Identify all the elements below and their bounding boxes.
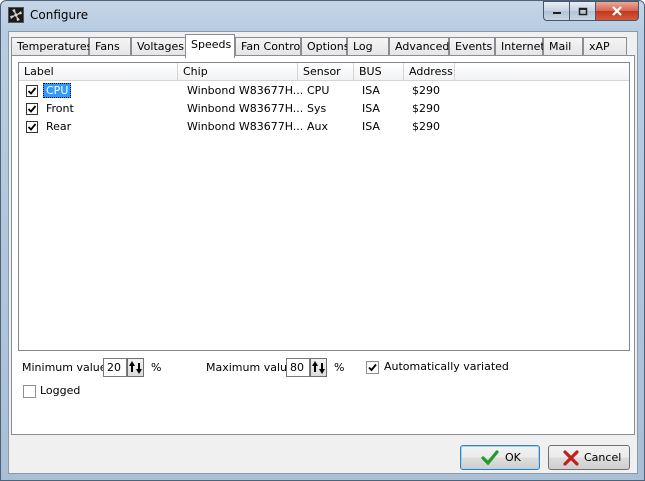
window-title: Configure (30, 8, 89, 22)
row-chip: Winbond W83677H... (187, 84, 304, 97)
tab-speeds[interactable]: Speeds (185, 34, 235, 58)
configure-window: Configure Temperatures Fans Voltages Spe… (0, 0, 645, 481)
fan-icon (8, 7, 24, 23)
row-checkbox[interactable] (26, 103, 38, 115)
column-sensor[interactable]: Sensor (298, 63, 354, 81)
column-bus[interactable]: BUS (354, 63, 404, 81)
tab-xap[interactable]: xAP (583, 37, 627, 57)
spinner-arrows-icon (312, 361, 325, 374)
tab-temperatures[interactable]: Temperatures (11, 37, 92, 57)
row-address: $290 (412, 84, 440, 97)
column-label[interactable]: Label (19, 63, 178, 81)
row-bus: ISA (362, 120, 380, 133)
list-row[interactable]: Front Winbond W83677H... Sys ISA $290 (19, 100, 629, 118)
ok-label: OK (505, 451, 521, 464)
maximum-value-spinner[interactable] (310, 358, 327, 377)
cancel-button[interactable]: Cancel (548, 445, 630, 470)
maximize-icon (578, 7, 587, 15)
row-chip: Winbond W83677H... (187, 120, 304, 133)
row-sensor: Sys (307, 102, 327, 115)
maximum-value-label: Maximum value (206, 361, 294, 374)
list-header: Label Chip Sensor BUS Address (19, 63, 629, 81)
minimize-icon (552, 12, 561, 14)
close-icon (612, 6, 622, 16)
minimum-value-label: Minimum value (22, 361, 107, 374)
row-bus: ISA (362, 102, 380, 115)
tab-fan-control[interactable]: Fan Control (235, 37, 303, 57)
maximize-button[interactable] (569, 1, 595, 21)
dialog-client: Temperatures Fans Voltages Speeds Fan Co… (8, 31, 638, 474)
automatically-variated-checkbox[interactable] (366, 361, 379, 374)
maximum-value-input[interactable]: 80 (286, 358, 310, 377)
checkmark-icon (481, 450, 499, 466)
tab-events[interactable]: Events (449, 37, 495, 57)
checkmark-icon (368, 363, 377, 372)
title-bar[interactable]: Configure (1, 1, 644, 31)
tab-voltages[interactable]: Voltages (131, 37, 186, 57)
row-address: $290 (412, 120, 440, 133)
minimum-value-spinner[interactable] (127, 358, 144, 377)
tab-log[interactable]: Log (347, 37, 389, 57)
minimize-button[interactable] (543, 1, 569, 21)
spinner-arrows-icon (129, 361, 142, 374)
row-label: Front (46, 102, 74, 115)
close-button[interactable] (595, 1, 639, 21)
tab-internet[interactable]: Internet (495, 37, 545, 57)
checkmark-icon (27, 123, 37, 131)
list-row[interactable]: Rear Winbond W83677H... Aux ISA $290 (19, 118, 629, 136)
logged-checkbox[interactable] (23, 385, 36, 398)
row-checkbox[interactable] (26, 85, 38, 97)
column-address[interactable]: Address (404, 63, 455, 81)
sensor-list[interactable]: Label Chip Sensor BUS Address CPU Winbon… (18, 62, 630, 351)
automatically-variated-label[interactable]: Automatically variated (384, 360, 509, 373)
row-address: $290 (412, 102, 440, 115)
list-row[interactable]: CPU Winbond W83677H... CPU ISA $290 (19, 82, 629, 100)
minimum-value-input[interactable]: 20 (103, 358, 127, 377)
row-sensor: CPU (307, 84, 330, 97)
column-chip[interactable]: Chip (178, 63, 298, 81)
ok-button[interactable]: OK (460, 445, 540, 470)
row-sensor: Aux (307, 120, 329, 133)
row-chip: Winbond W83677H... (187, 102, 304, 115)
logged-label[interactable]: Logged (40, 384, 80, 397)
maximum-value-unit: % (334, 361, 345, 374)
row-checkbox[interactable] (26, 121, 38, 133)
x-icon (563, 450, 579, 466)
speeds-panel: Label Chip Sensor BUS Address CPU Winbon… (11, 55, 635, 435)
tab-options[interactable]: Options (301, 37, 349, 57)
tab-advanced[interactable]: Advanced (389, 37, 449, 57)
cancel-label: Cancel (584, 451, 622, 464)
row-label[interactable]: CPU (43, 83, 72, 98)
row-label: Rear (46, 120, 72, 133)
tab-mail[interactable]: Mail (543, 37, 583, 57)
row-bus: ISA (362, 84, 380, 97)
checkmark-icon (27, 87, 37, 95)
minimum-value-unit: % (151, 361, 162, 374)
checkmark-icon (27, 105, 37, 113)
tab-fans[interactable]: Fans (89, 37, 131, 57)
